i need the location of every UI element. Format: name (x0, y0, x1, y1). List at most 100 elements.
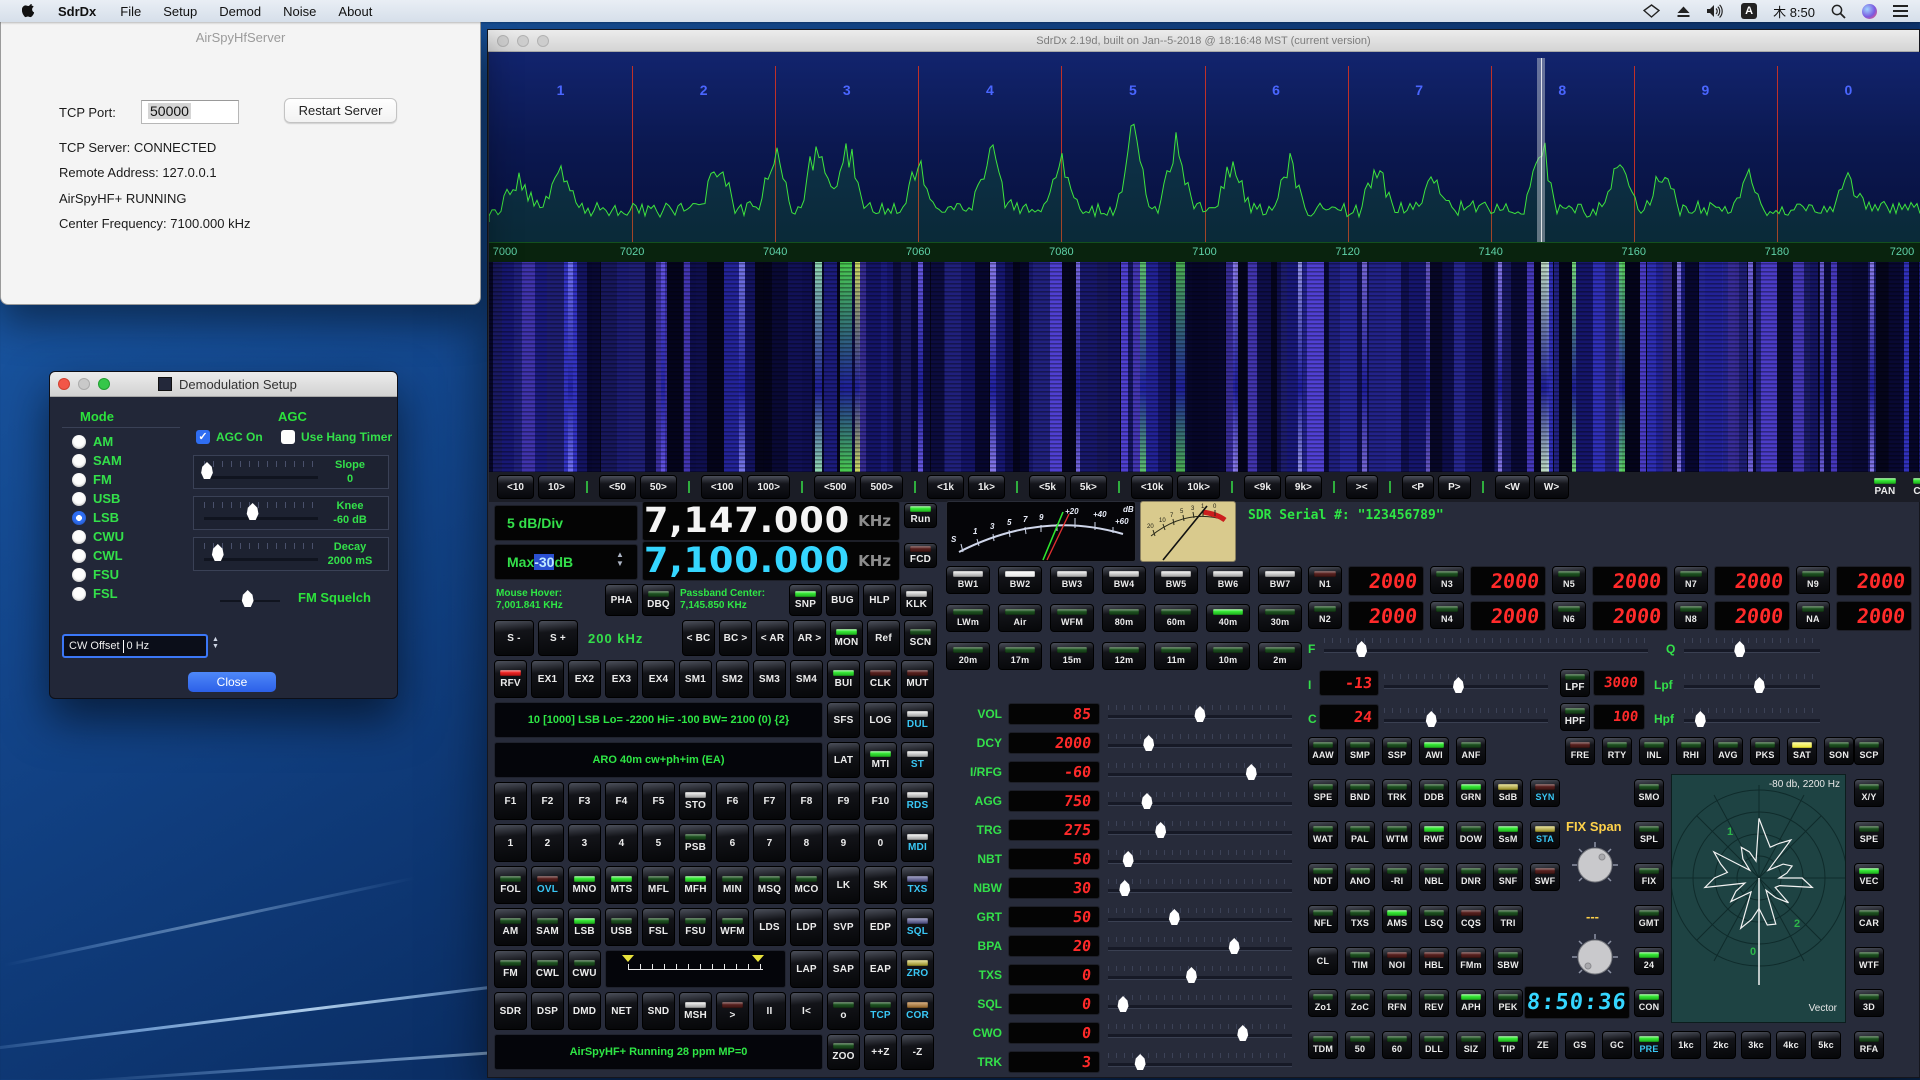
button-bw3[interactable]: BW3 (1050, 566, 1094, 594)
slider-thumb[interactable] (1694, 711, 1707, 727)
param-slider[interactable] (1108, 877, 1292, 899)
button-80m[interactable]: 80m (1102, 604, 1146, 632)
button-na[interactable]: NA (1796, 601, 1830, 629)
button-fol[interactable]: FOL (494, 866, 527, 904)
button-sam[interactable]: SAM (531, 908, 564, 946)
button-wtm[interactable]: WTM (1382, 821, 1412, 849)
button-avg[interactable]: AVG (1713, 737, 1743, 765)
button-mno[interactable]: MNO (568, 866, 601, 904)
button-wat[interactable]: WAT (1308, 821, 1338, 849)
button-ams[interactable]: AMS (1382, 905, 1412, 933)
button-mfh[interactable]: MFH (679, 866, 712, 904)
button-5kc[interactable]: 5kc (1811, 1031, 1841, 1059)
button-sk[interactable]: SK (864, 866, 897, 904)
button-i-[interactable]: I< (790, 992, 823, 1030)
button-sdr[interactable]: SDR (494, 992, 527, 1030)
button-p-[interactable]: P> (1438, 475, 1471, 499)
button--z[interactable]: ++Z (864, 1034, 897, 1070)
apple-menu-icon[interactable] (12, 4, 45, 19)
q-slider[interactable] (1684, 638, 1820, 658)
button-fsl[interactable]: FSL (642, 908, 675, 946)
decay-slider[interactable]: Decay 2000 mS (193, 537, 389, 571)
button-noi[interactable]: NOI (1382, 947, 1412, 975)
button-scn[interactable]: SCN (904, 620, 937, 656)
button-o[interactable]: o (827, 992, 860, 1030)
cw-offset-stepper[interactable]: ▲▼ (212, 637, 219, 650)
button-ze[interactable]: ZE (1528, 1031, 1558, 1059)
button-f6[interactable]: F6 (716, 782, 749, 820)
button-dll[interactable]: DLL (1419, 1031, 1449, 1059)
button-1[interactable]: 1 (494, 824, 527, 862)
zoom-window-icon[interactable] (98, 378, 110, 390)
button-nfl[interactable]: NFL (1308, 905, 1338, 933)
menu-setup[interactable]: Setup (152, 4, 208, 19)
button-17m[interactable]: 17m (998, 642, 1042, 670)
button-rds[interactable]: RDS (901, 782, 934, 820)
button-bnd[interactable]: BND (1345, 779, 1375, 807)
db-per-div-display[interactable]: 5 dB/Div (494, 505, 638, 541)
menu-noise[interactable]: Noise (272, 4, 327, 19)
button-ex2[interactable]: EX2 (568, 660, 601, 698)
button-3kc[interactable]: 3kc (1741, 1031, 1771, 1059)
button-ssm[interactable]: SsM (1493, 821, 1523, 849)
param-slider[interactable] (1108, 761, 1292, 783)
button--w[interactable]: <W (1495, 475, 1530, 499)
button-f3[interactable]: F3 (568, 782, 601, 820)
spotlight-icon[interactable] (1831, 4, 1846, 19)
close-window-icon[interactable] (58, 378, 70, 390)
button-zro[interactable]: ZRO (901, 950, 934, 988)
button-usb[interactable]: USB (605, 908, 638, 946)
max-db-stepper[interactable]: ▲▼ (616, 552, 624, 567)
menu-clock[interactable]: 木 8:50 (1773, 2, 1815, 21)
tuned-frequency-display[interactable]: 7,147.000 KHz (642, 501, 900, 541)
button-2[interactable]: 2 (531, 824, 564, 862)
button-15m[interactable]: 15m (1050, 642, 1094, 670)
button-am[interactable]: AM (494, 908, 527, 946)
button-ii[interactable]: II (753, 992, 786, 1030)
button-rty[interactable]: RTY (1602, 737, 1632, 765)
button-60m[interactable]: 60m (1154, 604, 1198, 632)
button-ldp[interactable]: LDP (790, 908, 823, 946)
button-5k-[interactable]: 5k> (1070, 475, 1107, 499)
button-rwf[interactable]: RWF (1419, 821, 1449, 849)
button--10[interactable]: <10 (497, 475, 534, 499)
param-slider[interactable] (1108, 790, 1292, 812)
button-f10[interactable]: F10 (864, 782, 897, 820)
hpf-slider[interactable] (1684, 708, 1820, 728)
button-mon[interactable]: MON (830, 620, 863, 656)
button-n7[interactable]: N7 (1674, 566, 1708, 594)
button-son[interactable]: SON (1824, 737, 1854, 765)
button--50[interactable]: <50 (599, 475, 636, 499)
button-edp[interactable]: EDP (864, 908, 897, 946)
button-scp[interactable]: SCP (1854, 737, 1884, 765)
button-mut[interactable]: MUT (901, 660, 934, 698)
button-msq[interactable]: MSQ (753, 866, 786, 904)
button-bw7[interactable]: BW7 (1258, 566, 1302, 594)
center-frequency-display[interactable]: 7,100.000 KHz (642, 541, 900, 581)
button-con[interactable]: CON (1634, 989, 1664, 1017)
button-zoc[interactable]: ZoC (1345, 989, 1375, 1017)
input-source-icon[interactable]: A (1741, 3, 1757, 19)
menu-app-name[interactable]: SdrDx (45, 4, 109, 19)
button-air[interactable]: Air (998, 604, 1042, 632)
button-wfm[interactable]: WFM (716, 908, 749, 946)
agc-on-checkbox[interactable]: ✓AGC On (196, 430, 263, 444)
button-svp[interactable]: SVP (827, 908, 860, 946)
button--z[interactable]: -Z (901, 1034, 934, 1070)
button-lwm[interactable]: LWm (946, 604, 990, 632)
button-awi[interactable]: AWI (1419, 737, 1449, 765)
button-cor[interactable]: COR (901, 992, 934, 1030)
button-n6[interactable]: N6 (1552, 601, 1586, 629)
mode-radio-fsl[interactable]: FSL (72, 586, 118, 601)
button--9k[interactable]: <9k (1244, 475, 1281, 499)
button-f2[interactable]: F2 (531, 782, 564, 820)
button-50-[interactable]: 50> (640, 475, 677, 499)
button--1k[interactable]: <1k (927, 475, 964, 499)
button-gmt[interactable]: GMT (1634, 905, 1664, 933)
button-sql[interactable]: SQL (901, 908, 934, 946)
button-zo1[interactable]: Zo1 (1308, 989, 1338, 1017)
button-nbl[interactable]: NBL (1419, 863, 1449, 891)
button-ctr[interactable]: CTR (1908, 474, 1920, 500)
button-sbw[interactable]: SBW (1493, 947, 1523, 975)
button-sat[interactable]: SAT (1787, 737, 1817, 765)
